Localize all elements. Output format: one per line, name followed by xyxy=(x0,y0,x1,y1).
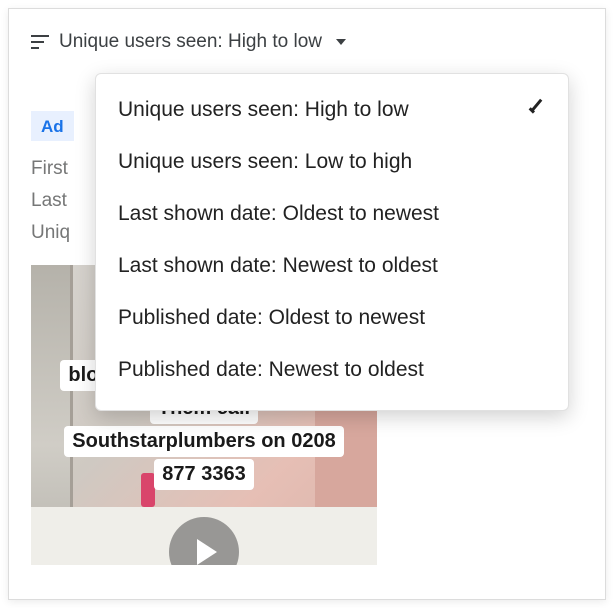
caption-line: 877 3363 xyxy=(154,459,253,490)
panel: Unique users seen: High to low Ad First … xyxy=(8,8,606,600)
sort-current-label: Unique users seen: High to low xyxy=(59,31,322,53)
sort-option[interactable]: Last shown date: Oldest to newest xyxy=(96,188,568,240)
sort-option[interactable]: Last shown date: Newest to oldest xyxy=(96,240,568,292)
caption-line: Southstarplumbers on 0208 xyxy=(64,426,343,457)
sort-option-label: Last shown date: Oldest to newest xyxy=(118,202,439,226)
sort-option-label: Published date: Oldest to newest xyxy=(118,306,425,330)
play-icon xyxy=(197,539,217,565)
sort-option-label: Unique users seen: High to low xyxy=(118,98,409,122)
check-icon xyxy=(526,100,546,120)
sort-option-label: Last shown date: Newest to oldest xyxy=(118,254,438,278)
sort-option[interactable]: Unique users seen: High to low xyxy=(96,84,568,136)
ad-badge: Ad xyxy=(31,111,74,141)
sort-option[interactable]: Published date: Newest to oldest xyxy=(96,344,568,396)
sort-option[interactable]: Unique users seen: Low to high xyxy=(96,136,568,188)
chevron-down-icon xyxy=(336,39,346,45)
sort-option-label: Published date: Newest to oldest xyxy=(118,358,424,382)
sort-icon xyxy=(31,35,49,49)
sort-option-label: Unique users seen: Low to high xyxy=(118,150,412,174)
sort-dropdown-trigger[interactable]: Unique users seen: High to low xyxy=(31,29,346,55)
sort-dropdown-menu: Unique users seen: High to low Unique us… xyxy=(95,73,569,411)
sort-option[interactable]: Published date: Oldest to newest xyxy=(96,292,568,344)
